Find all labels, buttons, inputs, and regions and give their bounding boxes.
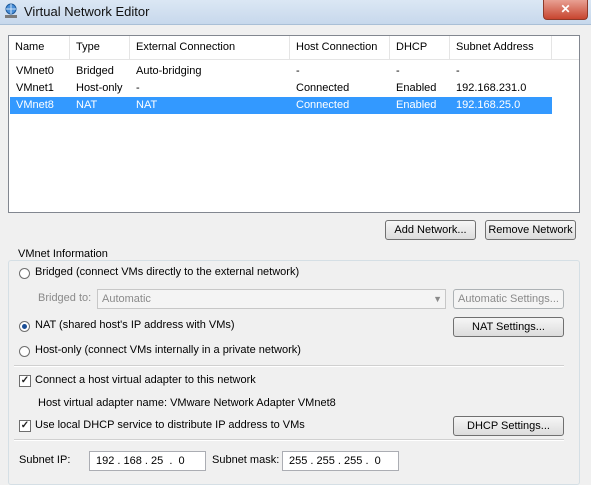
column-header-external-connection[interactable]: External Connection [130,36,290,59]
cell-subnet: 192.168.231.0 [456,82,527,94]
bridged-to-value: Automatic [102,293,151,305]
adapter-name-label: Host virtual adapter name: VMware Networ… [38,397,336,409]
cell-dhcp: Enabled [396,99,437,111]
separator [14,439,564,441]
nat-radio[interactable] [19,321,30,332]
nat-radio-label[interactable]: NAT (shared host's IP address with VMs) [35,319,235,331]
cell-name: VMnet0 [16,65,54,77]
cell-type: Host-only [76,82,123,94]
cell-external: NAT [136,99,158,111]
column-header-name[interactable]: Name [9,36,70,59]
separator [14,365,564,367]
table-row-selected[interactable]: VMnet8 NAT NAT Connected Enabled 192.168… [10,97,552,114]
subnet-ip-label: Subnet IP: [19,454,71,466]
cell-external: Auto-bridging [136,65,202,77]
table-row[interactable]: VMnet1 Host-only - Connected Enabled 192… [10,80,552,97]
dialog-body: Name Type External Connection Host Conne… [0,25,591,485]
connect-adapter-label[interactable]: Connect a host virtual adapter to this n… [35,374,256,386]
dhcp-checkbox[interactable]: ✓ [19,420,31,432]
dhcp-label[interactable]: Use local DHCP service to distribute IP … [35,419,305,431]
bridged-radio-label[interactable]: Bridged (connect VMs directly to the ext… [35,266,299,278]
column-header-type[interactable]: Type [70,36,130,59]
window-title: Virtual Network Editor [24,4,150,19]
cell-external: - [136,82,140,94]
vmnet-information-label: VMnet Information [16,248,110,260]
bridged-to-label: Bridged to: [38,292,92,304]
cell-host: Connected [296,82,350,94]
cell-dhcp: Enabled [396,82,437,94]
add-network-button[interactable]: Add Network... [385,220,476,240]
cell-host: - [296,65,300,77]
network-table[interactable]: Name Type External Connection Host Conne… [8,35,580,213]
title-bar: Virtual Network Editor ✕ [0,0,591,25]
column-header-subnet-address[interactable]: Subnet Address [450,36,552,59]
column-header-dhcp[interactable]: DHCP [390,36,450,59]
subnet-mask-input[interactable]: 255 . 255 . 255 . 0 [282,451,399,471]
cell-host: Connected [296,99,350,111]
bridged-to-select[interactable]: Automatic ▼ [97,289,446,309]
automatic-settings-button[interactable]: Automatic Settings... [453,289,564,309]
connect-adapter-checkbox[interactable]: ✓ [19,375,31,387]
cell-name: VMnet1 [16,82,54,94]
cell-subnet: 192.168.25.0 [456,99,521,111]
chevron-down-icon: ▼ [433,294,442,304]
nat-settings-button[interactable]: NAT Settings... [453,317,564,337]
table-row[interactable]: VMnet0 Bridged Auto-bridging - - - [10,63,552,80]
dhcp-settings-button[interactable]: DHCP Settings... [453,416,564,436]
cell-type: NAT [76,99,98,111]
subnet-ip-input[interactable]: 192 . 168 . 25 . 0 [89,451,206,471]
table-header: Name Type External Connection Host Conne… [9,36,579,60]
remove-network-button[interactable]: Remove Network [485,220,576,240]
cell-name: VMnet8 [16,99,54,111]
subnet-mask-label: Subnet mask: [212,454,280,466]
bridged-radio[interactable] [19,268,30,279]
cell-dhcp: - [396,65,400,77]
close-button[interactable]: ✕ [543,0,588,20]
cell-subnet: - [456,65,460,77]
hostonly-radio-label[interactable]: Host-only (connect VMs internally in a p… [35,344,301,356]
hostonly-radio[interactable] [19,346,30,357]
network-globe-icon [5,3,17,18]
column-header-host-connection[interactable]: Host Connection [290,36,390,59]
cell-type: Bridged [76,65,114,77]
